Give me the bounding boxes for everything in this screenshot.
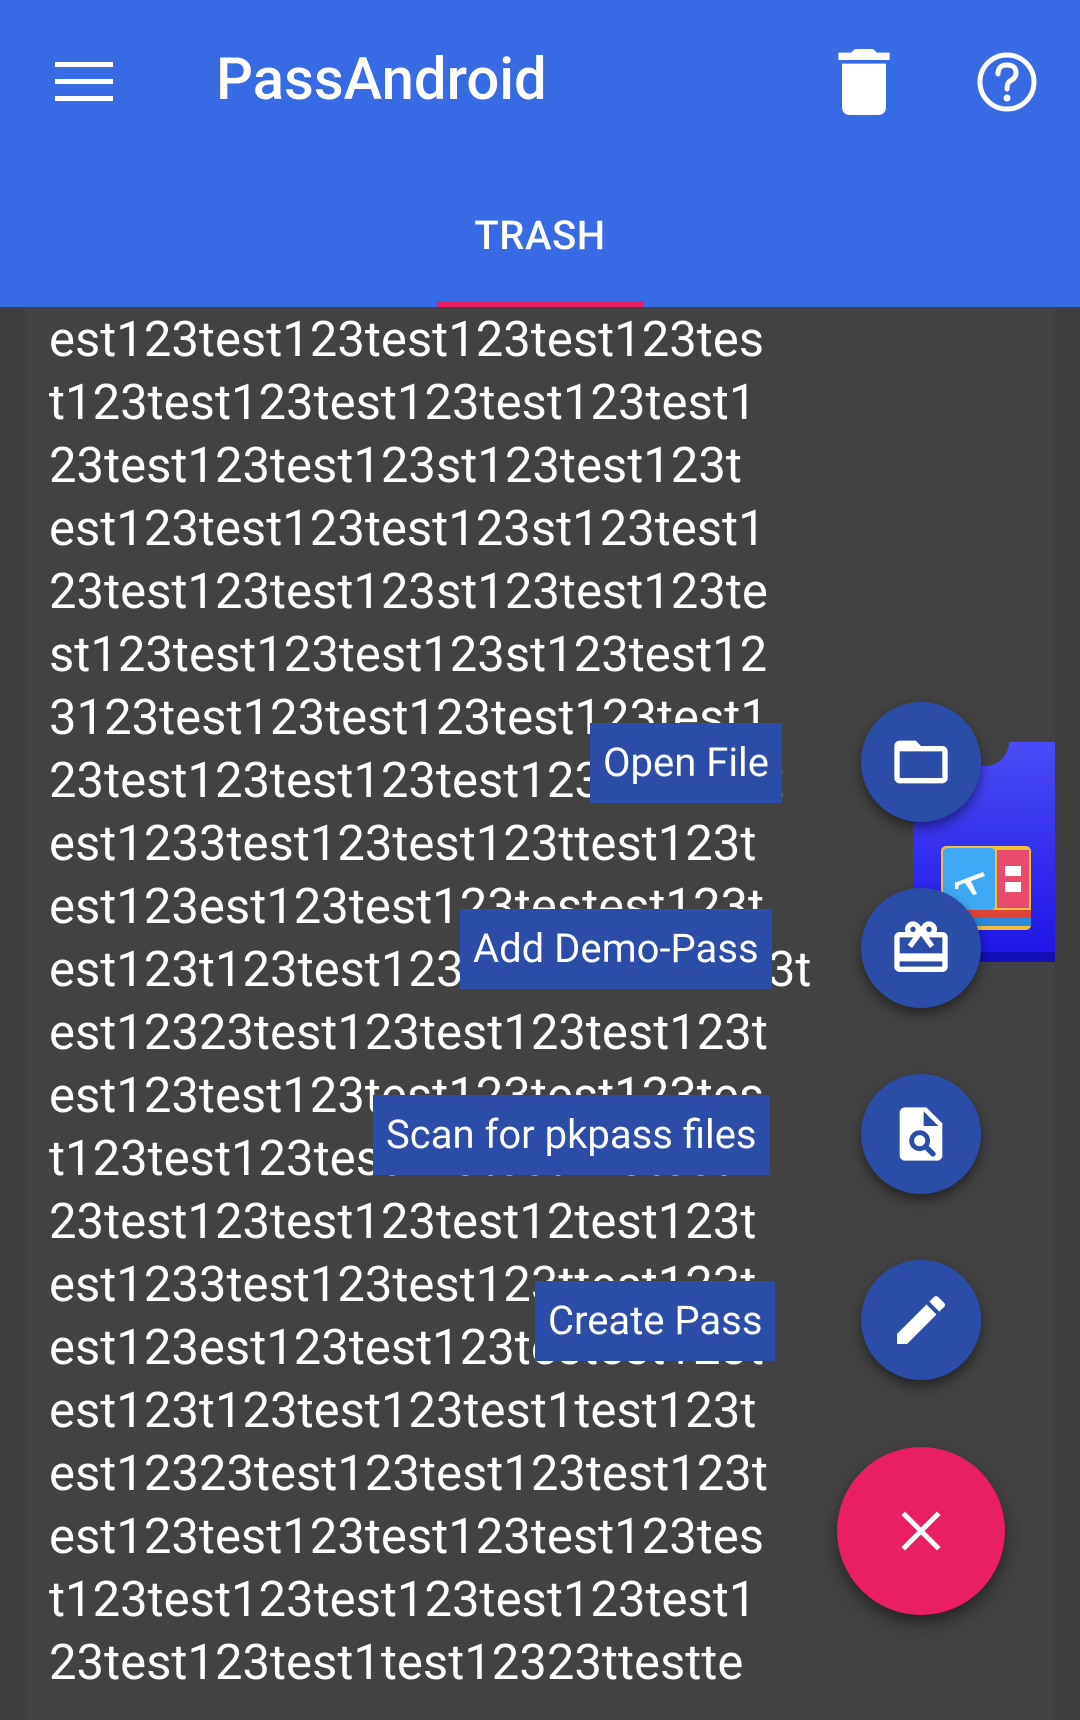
app-bar: PassAndroid TRASH [0,0,1080,307]
help-icon [977,52,1037,112]
close-fab-button[interactable] [837,1447,1005,1615]
create-pass-label[interactable]: Create Pass [535,1281,776,1361]
scan-pkpass-label[interactable]: Scan for pkpass files [373,1095,770,1175]
tab-indicator [437,301,643,307]
menu-button[interactable] [40,38,128,126]
create-pass-button[interactable] [861,1260,981,1380]
gift-card-icon [894,921,948,972]
menu-icon [55,62,113,101]
file-search-icon [899,1107,943,1161]
open-file-button[interactable] [861,702,981,822]
trash-icon [838,49,890,115]
trash-button[interactable] [820,38,908,126]
folder-icon [894,740,948,784]
close-icon [901,1511,941,1551]
add-demo-pass-label[interactable]: Add Demo-Pass [460,909,772,989]
tab-trash[interactable]: TRASH [437,200,643,307]
pencil-icon [897,1295,946,1344]
tab-trash-label: TRASH [474,212,606,259]
app-title: PassAndroid [216,46,547,114]
scan-pkpass-button[interactable] [861,1074,981,1194]
help-button[interactable] [963,38,1051,126]
add-demo-pass-button[interactable] [861,888,981,1008]
pass-description: est123test123test123test123tes t123test1… [49,311,812,1691]
open-file-label[interactable]: Open File [590,723,782,803]
